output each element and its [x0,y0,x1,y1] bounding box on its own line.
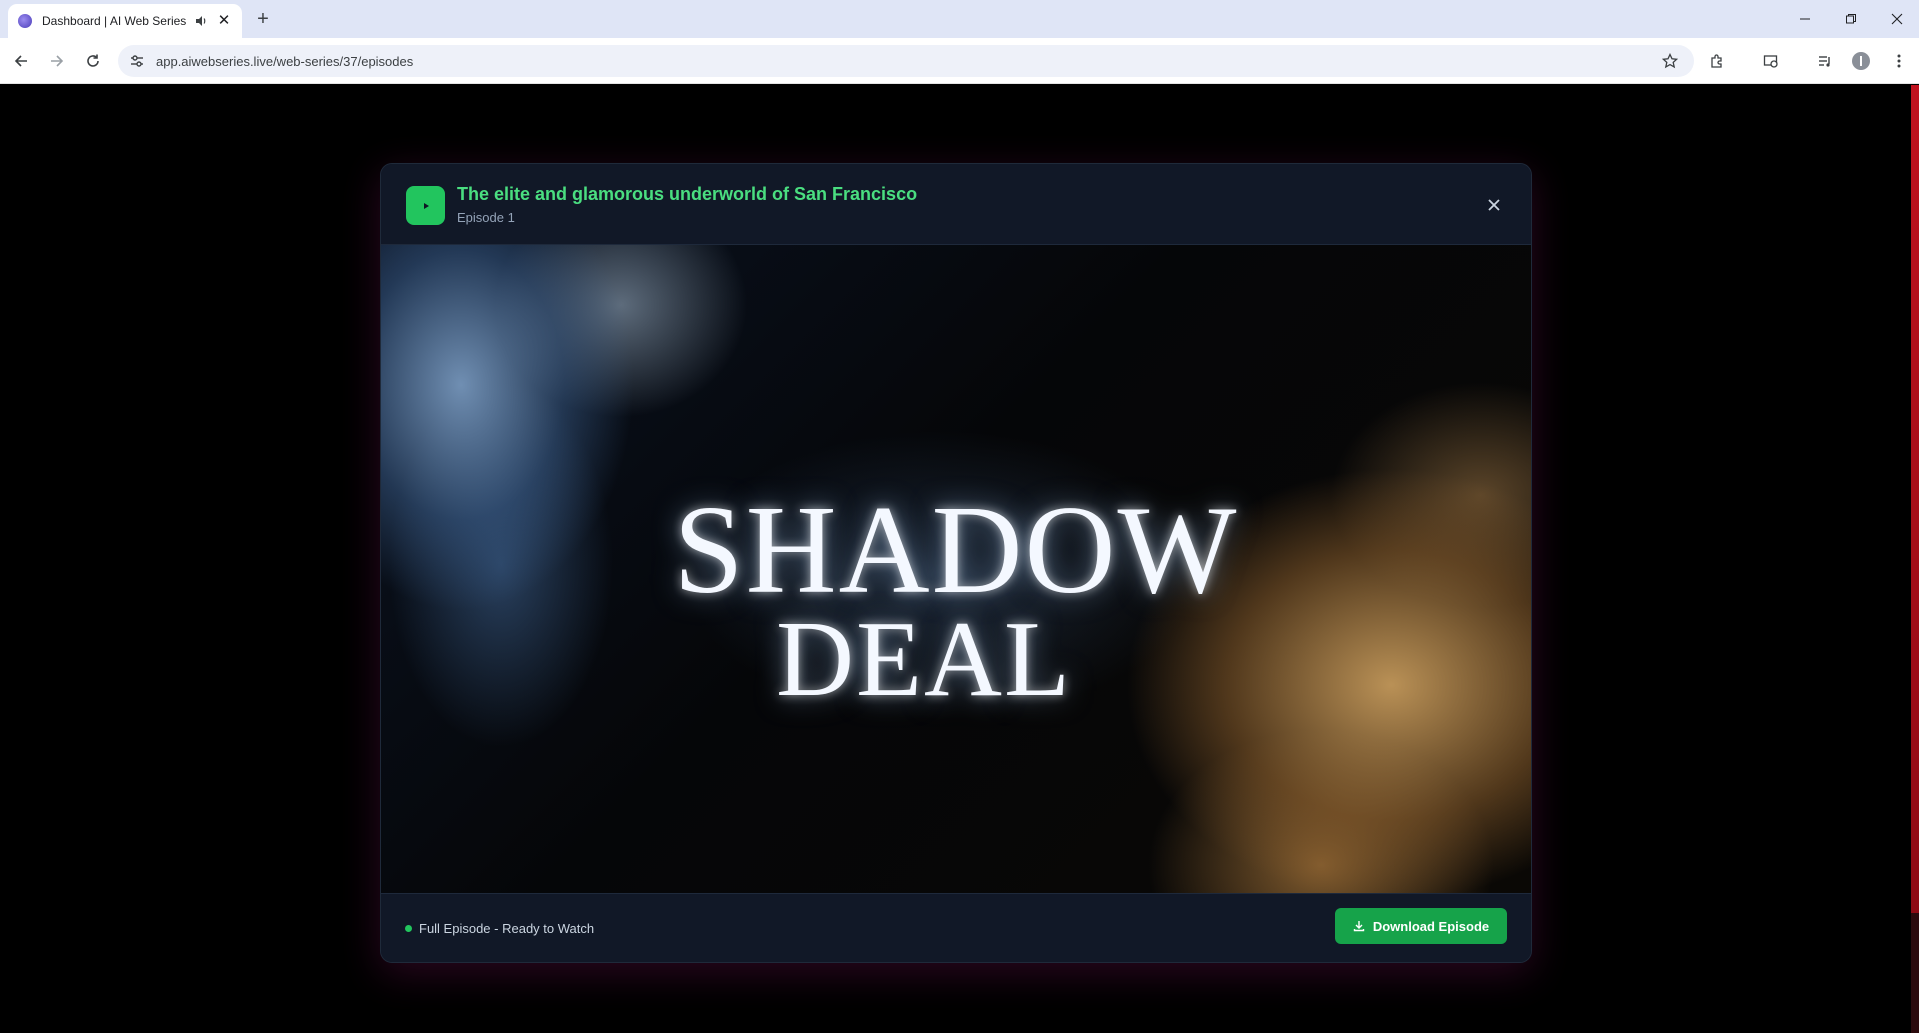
forward-icon[interactable] [44,48,70,74]
video-title-card: SHADOW DEAL [381,488,1531,714]
close-window-icon[interactable] [1877,6,1917,32]
video-title-line1: SHADOW [673,481,1239,620]
episode-status: Full Episode - Ready to Watch [419,921,595,936]
cast-icon[interactable] [1758,48,1784,74]
restore-icon[interactable] [1831,6,1871,32]
download-episode-button[interactable]: Download Episode [1335,908,1507,944]
close-icon[interactable] [1481,192,1507,218]
audio-icon[interactable] [194,13,210,29]
modal-header: The elite and glamorous underworld of Sa… [381,164,1531,245]
star-icon[interactable] [1660,51,1680,71]
reload-icon[interactable] [80,48,106,74]
tune-icon[interactable] [128,52,146,70]
media-icon[interactable] [1812,48,1838,74]
close-tab-icon[interactable]: ✕ [216,13,232,29]
tab-strip: Dashboard | AI Web Series ✕ + [0,0,1919,38]
play-icon [406,186,445,225]
download-icon [1353,920,1365,932]
favicon-icon [18,14,32,28]
download-label: Download Episode [1372,918,1490,934]
browser-tab[interactable]: Dashboard | AI Web Series ✕ [8,4,242,38]
video-title-line2: DEAL [776,600,1072,719]
profile-icon[interactable] [1848,48,1874,74]
scrollbar-thumb[interactable] [1911,85,1919,913]
video-player[interactable]: SHADOW DEAL [381,245,1531,893]
extensions-icon[interactable] [1704,48,1730,74]
browser-toolbar: app.aiwebseries.live/web-series/37/episo… [0,38,1919,84]
tab-title: Dashboard | AI Web Series [42,14,187,28]
minimize-icon[interactable] [1785,6,1825,32]
episode-title: The elite and glamorous underworld of Sa… [457,184,918,204]
episode-number: Episode 1 [457,210,515,225]
new-tab-button[interactable]: + [250,8,276,30]
status-dot-icon [405,925,412,932]
back-icon[interactable] [8,48,34,74]
menu-icon[interactable] [1886,48,1912,74]
url-text: app.aiwebseries.live/web-series/37/episo… [156,53,414,69]
episode-modal: The elite and glamorous underworld of Sa… [380,163,1532,963]
modal-footer: Full Episode - Ready to Watch Download E… [381,893,1531,962]
page-content: The elite and glamorous underworld of Sa… [0,85,1919,1033]
address-bar[interactable]: app.aiwebseries.live/web-series/37/episo… [118,45,1694,77]
scrollbar[interactable] [1911,85,1919,1033]
